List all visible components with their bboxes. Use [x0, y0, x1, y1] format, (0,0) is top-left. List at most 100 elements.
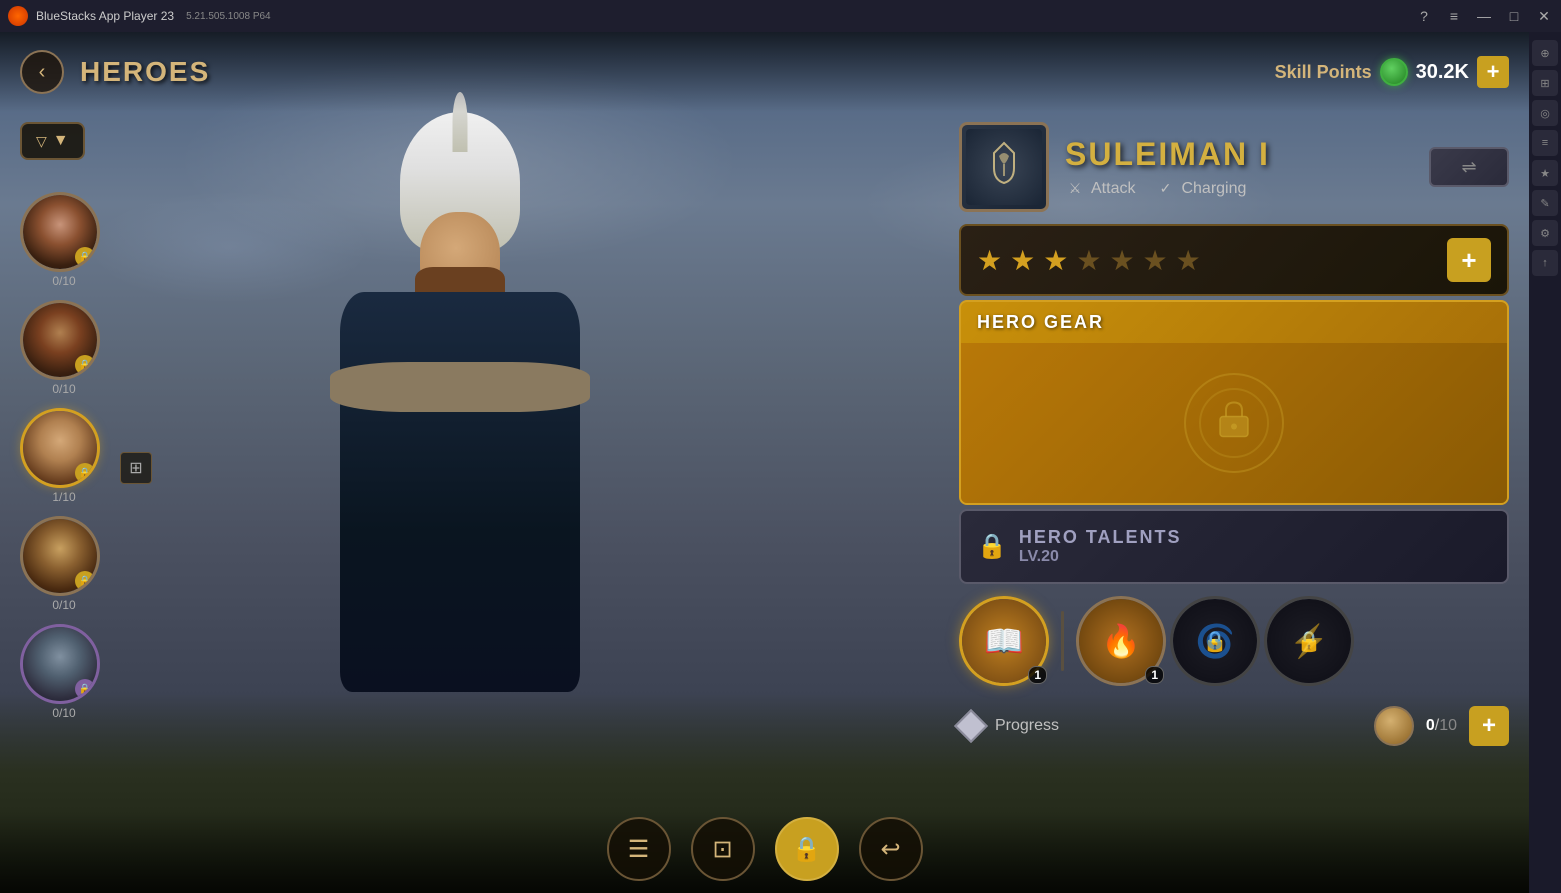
hero-emblem: [959, 122, 1049, 212]
skill-icons-row: 📖 1 🔥 1 🌀 🔒: [959, 588, 1509, 694]
skill-points-area: Skill Points 30.2K +: [1275, 56, 1509, 88]
nav-back-button[interactable]: ↩: [859, 817, 923, 881]
sidebar-tool-6[interactable]: ✎: [1532, 190, 1558, 216]
hero-progress-3: 1/10: [20, 490, 108, 504]
hero-name: SULEIMAN I: [1065, 136, 1270, 173]
hero-progress-1: 0/10: [20, 274, 108, 288]
app-version: 5.21.505.1008 P64: [186, 11, 271, 22]
hero-item-5[interactable]: 🔒 0/10: [20, 624, 108, 720]
hero-lock-icon-4: 🔒: [75, 571, 95, 591]
progress-label: Progress: [995, 717, 1362, 735]
app-logo: [8, 6, 28, 26]
minimize-btn[interactable]: —: [1475, 7, 1493, 25]
hero-avatar-2: 🔒: [20, 300, 100, 380]
star-6: ★: [1143, 244, 1168, 277]
hero-item-4[interactable]: 🔒 0/10: [20, 516, 108, 612]
gear-lock-container: [1184, 373, 1284, 473]
hero-item-1[interactable]: 🔒 0/10: [20, 192, 108, 288]
skill-item-1[interactable]: 📖 1: [959, 596, 1049, 686]
nav-list-button[interactable]: ☰: [607, 817, 671, 881]
hero-lock-icon-1: 🔒: [75, 247, 95, 267]
progress-counter: 0/10: [1426, 717, 1457, 735]
sidebar-tool-4[interactable]: ≡: [1532, 130, 1558, 156]
select-icon: ⊡: [712, 835, 732, 864]
hero-progress-5: 0/10: [20, 706, 108, 720]
skill-glyph-2: 🔥: [1101, 622, 1141, 660]
star-add-button[interactable]: +: [1447, 238, 1491, 282]
progress-total: 10: [1439, 717, 1457, 734]
star-2: ★: [1010, 244, 1035, 277]
page-title: HEROES: [80, 56, 210, 88]
sidebar-tool-3[interactable]: ◎: [1532, 100, 1558, 126]
maximize-btn[interactable]: □: [1505, 7, 1523, 25]
app-title: BlueStacks App Player 23: [36, 9, 174, 23]
skill-item-3[interactable]: 🌀 🔒: [1170, 596, 1260, 686]
hero-item-2[interactable]: 🔒 0/10: [20, 300, 108, 396]
hero-avatar-1: 🔒: [20, 192, 100, 272]
gear-section-title: HERO GEAR: [977, 312, 1104, 333]
hero-gear-section: HERO GEAR: [959, 300, 1509, 505]
hero-avatar-5: 🔒: [20, 624, 100, 704]
filter-arrow: ▼: [53, 132, 69, 150]
menu-btn[interactable]: ≡: [1445, 7, 1463, 25]
return-icon: ↩: [880, 835, 900, 864]
stars-row: ★ ★ ★ ★ ★ ★ ★ +: [959, 224, 1509, 296]
sidebar-tool-8[interactable]: ↑: [1532, 250, 1558, 276]
hero-type-row: ⚔ Attack ✓ Charging: [1065, 179, 1270, 199]
gear-body: [961, 343, 1507, 503]
skill-points-add-button[interactable]: +: [1477, 56, 1509, 88]
star-3: ★: [1043, 244, 1068, 277]
star-4: ★: [1076, 244, 1101, 277]
skill-separator: [1061, 611, 1064, 671]
progress-add-button[interactable]: +: [1469, 706, 1509, 746]
hero-lock-icon-5: 🔒: [75, 679, 95, 699]
skill-icon-3: 🌀 🔒: [1170, 596, 1260, 686]
progress-row: Progress 0/10 +: [959, 698, 1509, 754]
sidebar-tool-5[interactable]: ★: [1532, 160, 1558, 186]
lock-icon: 🔒: [792, 835, 822, 864]
hero-lock-icon-2: 🔒: [75, 355, 95, 375]
grid-view-button[interactable]: ⊞: [120, 452, 152, 484]
nav-select-button[interactable]: ⊡: [691, 817, 755, 881]
skill-item-2[interactable]: 🔥 1: [1076, 596, 1166, 686]
back-button[interactable]: ‹: [20, 50, 64, 94]
shuffle-icon: ⇌: [1461, 157, 1476, 178]
skill-glyph-3: 🌀: [1195, 622, 1235, 660]
talents-info: HERO TALENTS LV.20: [1019, 527, 1182, 566]
shuffle-button[interactable]: ⇌: [1429, 147, 1509, 187]
skill-points-value: 30.2K: [1416, 61, 1469, 84]
skill-points-label: Skill Points: [1275, 62, 1372, 83]
progress-avatar: [1374, 706, 1414, 746]
hero-name-header: SULEIMAN I ⚔ Attack ✓ Charging ⇌: [959, 122, 1509, 212]
hero-list: 🔒 0/10 🔒 0/10 🔒 1/10 🔒 0/10: [20, 192, 108, 720]
right-panel: SULEIMAN I ⚔ Attack ✓ Charging ⇌ ★: [959, 122, 1509, 754]
gear-lock-icon: [1210, 395, 1258, 452]
sidebar-tool-1[interactable]: ⊕: [1532, 40, 1558, 66]
skill-glyph-1: 📖: [984, 622, 1024, 660]
hero-character-display: [160, 82, 760, 862]
skill-badge-1: 1: [1028, 666, 1047, 684]
help-btn[interactable]: ?: [1415, 7, 1433, 25]
sidebar-tool-7[interactable]: ⚙: [1532, 220, 1558, 246]
suleiman-figure: [160, 82, 760, 862]
nav-lock-button[interactable]: 🔒: [775, 817, 839, 881]
sidebar-tool-2[interactable]: ⊞: [1532, 70, 1558, 96]
progress-current: 0: [1426, 717, 1435, 734]
close-btn[interactable]: ✕: [1535, 7, 1553, 25]
skill-item-4[interactable]: ⚡ 🔒: [1264, 596, 1354, 686]
talents-title: HERO TALENTS: [1019, 527, 1182, 548]
hero-progress-2: 0/10: [20, 382, 108, 396]
hero-progress-4: 0/10: [20, 598, 108, 612]
hero-item-3[interactable]: 🔒 1/10: [20, 408, 108, 504]
skill-glyph-4: ⚡: [1289, 622, 1329, 660]
skill-badge-2: 1: [1145, 666, 1164, 684]
window-controls: ? ≡ — □ ✕: [1415, 7, 1553, 25]
suleiman-body: [300, 112, 620, 812]
star-5: ★: [1109, 244, 1134, 277]
filter-button[interactable]: ▽ ▼: [20, 122, 85, 160]
suleiman-fur: [330, 362, 590, 412]
hero-type-attack: ⚔ Attack: [1065, 179, 1135, 199]
star-7: ★: [1176, 244, 1201, 277]
progress-diamond-icon: [954, 709, 988, 743]
top-navigation: ‹ HEROES Skill Points 30.2K +: [0, 32, 1529, 112]
